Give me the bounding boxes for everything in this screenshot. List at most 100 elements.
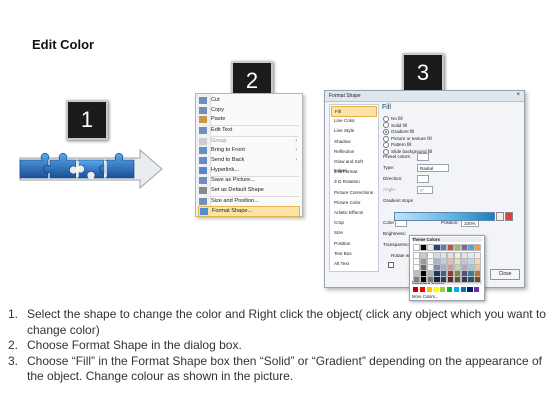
menu-item-format-shape[interactable]: Format Shape... xyxy=(198,206,300,218)
instruction-step: 2. Choose Format Shape in the dialog box… xyxy=(8,338,553,354)
menu-item-label: Save as Picture... xyxy=(211,177,255,184)
menu-item-label: Hyperlink... xyxy=(211,166,239,173)
category-reflection[interactable]: Reflection xyxy=(331,147,377,156)
standard-color-swatch[interactable] xyxy=(433,286,439,292)
standard-color-swatch[interactable] xyxy=(460,286,466,292)
category-text-box[interactable]: Text Box xyxy=(331,249,377,258)
more-colors-link[interactable]: More Colors... xyxy=(412,294,438,299)
paste-icon xyxy=(199,116,207,124)
category-picture-color[interactable]: Picture Color xyxy=(331,198,377,207)
menu-item-label: Cut xyxy=(211,97,220,103)
angle-value: 0° xyxy=(420,187,425,193)
standard-color-swatch[interactable] xyxy=(474,286,480,292)
preset-colors-dropdown[interactable] xyxy=(417,153,429,161)
brightness-label: Brightness: xyxy=(383,231,406,236)
page-title: Edit Color xyxy=(32,37,95,52)
standard-color-swatch[interactable] xyxy=(467,286,473,292)
theme-colors-header: Theme Colors xyxy=(412,237,482,242)
transparency-label: Transparency: xyxy=(383,242,413,247)
menu-item-group[interactable]: Group › xyxy=(199,137,300,146)
standard-color-swatch[interactable] xyxy=(440,286,446,292)
close-icon[interactable]: × xyxy=(516,92,520,98)
category-size[interactable]: Size xyxy=(331,228,377,237)
menu-item-label: Paste xyxy=(211,116,226,123)
category-list: Fill Line Color Line Style Shadow Reflection… xyxy=(329,104,379,272)
remove-stop-button[interactable] xyxy=(505,212,513,221)
gradient-stops-bar[interactable] xyxy=(394,212,495,221)
radio-label: Gradient fill xyxy=(391,129,415,135)
menu-item-save-as-picture[interactable]: Save as Picture... xyxy=(199,176,300,185)
standard-color-swatch[interactable] xyxy=(447,286,453,292)
menu-item-size-position[interactable]: Size and Position... xyxy=(199,197,300,206)
add-stop-button[interactable] xyxy=(496,212,504,221)
type-dropdown[interactable]: Radial xyxy=(417,164,449,172)
angle-label: Angle: xyxy=(383,187,397,192)
instruction-step: 1. Select the shape to change the color … xyxy=(8,307,553,338)
save-as-picture-icon xyxy=(199,177,207,185)
submenu-arrow-icon: › xyxy=(295,157,297,163)
step-number: 2. xyxy=(8,338,19,353)
menu-item-cut[interactable]: Cut xyxy=(199,96,300,105)
edit-text-icon xyxy=(199,127,207,134)
gradient-stops-label: Gradient stops xyxy=(383,198,413,203)
standard-color-swatch[interactable] xyxy=(453,286,459,292)
rotate-checkbox[interactable] xyxy=(388,262,394,268)
submenu-arrow-icon: › xyxy=(295,137,297,144)
category-crop[interactable]: Crop xyxy=(331,218,377,227)
menu-item-paste[interactable]: Paste xyxy=(199,115,300,124)
step-text: Select the shape to change the color and… xyxy=(27,307,546,337)
radio-label: Pattern fill xyxy=(391,142,412,148)
menu-item-bring-to-front[interactable]: Bring to Front › xyxy=(199,146,300,155)
step-text: Choose “Fill” in the Format Shape box th… xyxy=(27,353,542,384)
category-3-d-rotation[interactable]: 3-D Rotation xyxy=(331,177,377,186)
context-menu: Cut Copy Paste Edit Text Group › Bring to Fron… xyxy=(195,93,303,218)
radio-label: Picture or texture fill xyxy=(391,135,432,141)
menu-item-set-default-shape[interactable]: Set as Default Shape xyxy=(199,186,300,195)
instruction-step: 3. Choose “Fill” in the Format Shape box… xyxy=(8,354,553,385)
category-artistic-effects[interactable]: Artistic Effects xyxy=(331,208,377,217)
menu-item-edit-text[interactable]: Edit Text xyxy=(199,126,300,135)
cut-icon xyxy=(199,97,207,104)
standard-color-swatch[interactable] xyxy=(413,286,419,292)
direction-dropdown[interactable] xyxy=(417,175,429,183)
menu-item-label: Send to Back xyxy=(211,157,245,163)
menu-item-hyperlink[interactable]: Hyperlink... xyxy=(199,166,300,175)
standard-color-swatch[interactable] xyxy=(426,286,432,292)
standard-color-swatch[interactable] xyxy=(419,286,425,292)
category-line-style[interactable]: Line Style xyxy=(331,126,377,135)
direction-label: Direction: xyxy=(383,176,403,181)
position-value: 100% xyxy=(464,220,476,226)
menu-item-label: Bring to Front xyxy=(211,147,245,154)
group-icon xyxy=(199,137,207,145)
menu-item-send-to-back[interactable]: Send to Back › xyxy=(199,156,300,165)
dialog-title-bar: Format Shape × xyxy=(325,91,524,102)
color-swatch[interactable] xyxy=(474,275,482,283)
category-line-color[interactable]: Line Color xyxy=(331,116,377,125)
menu-item-label: Size and Position... xyxy=(211,197,259,204)
category-picture-corrections[interactable]: Picture Corrections xyxy=(331,188,377,197)
close-button[interactable]: Close xyxy=(490,269,520,280)
type-label: Type: xyxy=(383,165,395,170)
category-shadow[interactable]: Shadow xyxy=(331,137,377,146)
menu-item-label: Edit Text xyxy=(211,127,233,133)
bring-to-front-icon xyxy=(199,147,207,155)
radio-label: Solid fill xyxy=(391,122,407,128)
angle-input[interactable]: 0° xyxy=(417,186,433,194)
step-badge-3: 3 xyxy=(402,53,444,93)
menu-item-copy[interactable]: Copy xyxy=(199,106,300,115)
category-glow-and-soft-edges[interactable]: Glow and Soft Edges xyxy=(331,157,377,173)
send-to-back-icon xyxy=(199,157,207,164)
step-number: 1. xyxy=(8,307,19,321)
preset-colors-label: Preset colors: xyxy=(383,154,412,159)
step-number: 3. xyxy=(8,353,19,368)
puzzle-arrow-shape[interactable] xyxy=(16,148,166,190)
hyperlink-icon xyxy=(199,166,207,174)
category-3-d-format[interactable]: 3-D Format xyxy=(331,167,377,176)
menu-item-label: Set as Default Shape xyxy=(211,187,264,193)
dialog-title: Format Shape xyxy=(329,93,361,99)
category-alt-text[interactable]: Alt Text xyxy=(331,259,377,268)
pane-title: Fill xyxy=(382,104,391,111)
category-position[interactable]: Position xyxy=(331,239,377,248)
color-swatch[interactable] xyxy=(474,243,482,251)
submenu-arrow-icon: › xyxy=(295,147,297,154)
